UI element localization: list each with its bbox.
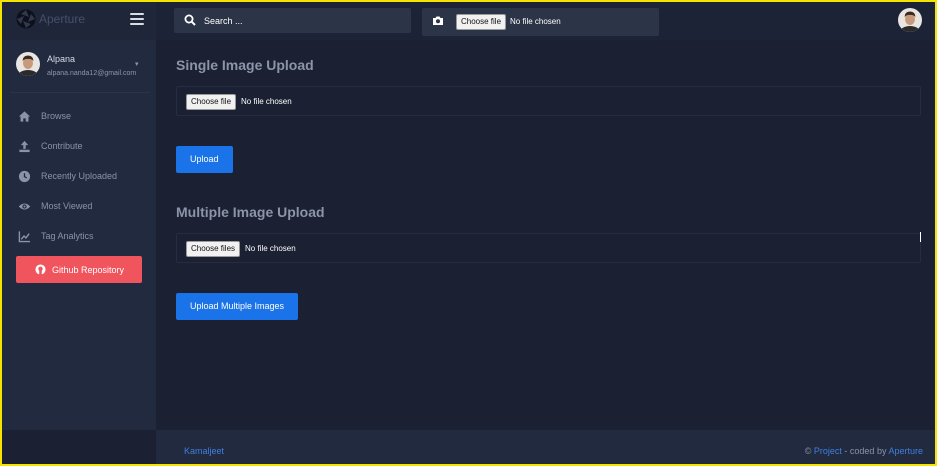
camera-upload: Choose file No file chosen xyxy=(422,8,659,36)
camera-icon xyxy=(433,16,443,25)
single-file-status: No file chosen xyxy=(241,97,292,106)
text-cursor xyxy=(920,232,921,242)
project-link[interactable]: Project xyxy=(814,446,842,456)
eye-icon xyxy=(18,203,31,210)
sidebar-item-label: Most Viewed xyxy=(41,201,93,211)
sidebar-item-label: Contribute xyxy=(41,141,83,151)
sidebar-item-recently-uploaded[interactable]: Recently Uploaded xyxy=(2,162,156,192)
sidebar-item-label: Recently Uploaded xyxy=(41,171,118,181)
camera-file-status: No file chosen xyxy=(510,17,561,26)
search-input[interactable] xyxy=(204,8,404,33)
hamburger-menu-icon[interactable] xyxy=(130,13,144,25)
single-choose-file-button[interactable]: Choose file xyxy=(186,94,237,110)
copyright-symbol: © xyxy=(804,446,812,456)
multiple-upload-title: Multiple Image Upload xyxy=(176,204,325,220)
sidebar: Aperture Alpana alpana.nanda12@gmail.com… xyxy=(2,2,156,430)
single-upload-title: Single Image Upload xyxy=(176,57,314,73)
sidebar-item-label: Tag Analytics xyxy=(41,231,94,241)
app-window: Aperture Alpana alpana.nanda12@gmail.com… xyxy=(2,2,935,464)
upload-button[interactable]: Upload xyxy=(176,146,233,173)
user-email: alpana.nanda12@gmail.com xyxy=(47,70,137,77)
aperture-link[interactable]: Aperture xyxy=(888,446,923,456)
github-repository-button[interactable]: Github Repository xyxy=(16,256,142,283)
footer-author-link[interactable]: Kamaljeet xyxy=(184,446,224,456)
footer-credits: © Project - coded by Aperture xyxy=(805,446,923,456)
upload-icon xyxy=(19,140,30,153)
top-bar: Choose file No file chosen xyxy=(156,2,935,40)
github-icon xyxy=(35,264,46,275)
search-box xyxy=(174,8,411,33)
brand-name: Aperture xyxy=(39,12,86,26)
coded-by-text: - coded by xyxy=(844,446,887,456)
sidebar-nav: Browse Contribute Recently Uploaded Most… xyxy=(2,102,156,252)
chevron-down-icon[interactable]: ▾ xyxy=(135,60,139,68)
sidebar-item-contribute[interactable]: Contribute xyxy=(2,132,156,162)
multiple-upload-panel: Choose files No file chosen xyxy=(176,233,921,263)
home-icon xyxy=(18,111,31,122)
chart-line-icon xyxy=(18,231,31,243)
brand: Aperture xyxy=(2,2,156,40)
main-content: Single Image Upload Choose file No file … xyxy=(156,40,935,430)
search-icon xyxy=(184,14,196,26)
footer: Kamaljeet © Project - coded by Aperture xyxy=(156,430,935,464)
upload-multiple-images-button[interactable]: Upload Multiple Images xyxy=(176,293,299,320)
sidebar-item-browse[interactable]: Browse xyxy=(2,102,156,132)
multiple-choose-files-button[interactable]: Choose files xyxy=(186,241,241,257)
avatar[interactable] xyxy=(898,8,922,32)
sidebar-item-label: Browse xyxy=(41,111,72,121)
sidebar-item-most-viewed[interactable]: Most Viewed xyxy=(2,192,156,222)
github-button-label: Github Repository xyxy=(52,265,125,275)
avatar xyxy=(16,52,40,76)
multiple-file-status: No file chosen xyxy=(245,244,296,253)
clock-icon xyxy=(18,170,31,183)
sidebar-item-tag-analytics[interactable]: Tag Analytics xyxy=(2,222,156,252)
user-profile[interactable]: Alpana alpana.nanda12@gmail.com ▾ xyxy=(2,46,156,90)
user-name: Alpana xyxy=(47,54,76,64)
divider xyxy=(10,92,150,93)
camera-choose-file-button[interactable]: Choose file xyxy=(456,14,507,30)
single-upload-panel: Choose file No file chosen xyxy=(176,86,921,116)
aperture-icon xyxy=(16,9,36,29)
